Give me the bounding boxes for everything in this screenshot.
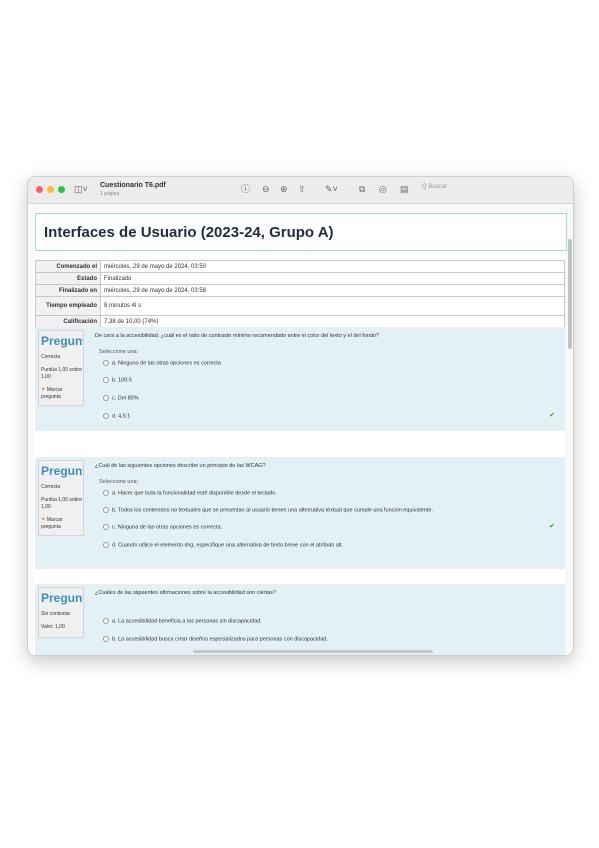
option-label: a. Ninguno de las otras opciones es corr… <box>112 360 221 367</box>
summary-label: Comenzado el <box>35 260 101 273</box>
document-area[interactable]: Interfaces de Usuario (2023-24, Grupo A)… <box>28 204 573 655</box>
form-icon[interactable]: ▤ <box>400 183 409 195</box>
option-label: a. La accesibilidad beneficia a las pers… <box>112 618 262 625</box>
answer-option[interactable]: b. La accesibilidad busca crear diseños … <box>103 636 328 642</box>
vertical-scrollbar[interactable] <box>568 239 572 349</box>
question-state: Sin contestar <box>41 611 71 617</box>
summary-label: Calificación <box>35 315 101 328</box>
answer-option[interactable]: a. La accesibilidad beneficia a las pers… <box>103 618 262 624</box>
summary-row: Tiempo empleado 8 minutos 4l s <box>35 296 565 316</box>
course-title: Interfaces de Usuario (2023-24, Grupo A) <box>44 224 334 241</box>
question-number: Pregunta 2 <box>41 464 83 478</box>
minimize-window-button[interactable] <box>47 186 54 193</box>
option-label: d. Cuando utilice el elemento img, espec… <box>112 542 344 549</box>
summary-label: Finalizado en <box>35 284 101 297</box>
radio-icon[interactable] <box>103 524 109 530</box>
question-score: Valor: 1,00 <box>41 624 65 630</box>
question-text: De cara a la accesibilidad, ¿cuál es el … <box>95 333 380 339</box>
summary-row: Comenzado el miércoles, 29 de mayo de 20… <box>35 260 565 273</box>
flag-question-link[interactable]: ⚑ Marcar pregunta <box>41 387 83 401</box>
question-info: Pregunta 1 Correcta Puntúa 1,00 sobre 1,… <box>38 330 84 406</box>
summary-label: Estado <box>35 272 101 285</box>
answer-option[interactable]: c. Del 80% <box>103 395 139 401</box>
zoom-in-icon[interactable]: ⊕ <box>280 183 288 195</box>
answer-option[interactable]: c. Ninguna de las otras opciones es corr… <box>103 524 222 530</box>
select-label: Seleccione una: <box>99 349 139 355</box>
close-window-button[interactable] <box>36 186 43 193</box>
summary-value: 7,38 de 10,00 (74%) <box>100 315 565 328</box>
question-score: Puntúa 1,00 sobre 1,00 <box>41 367 82 380</box>
horizontal-scrollbar[interactable] <box>193 650 433 653</box>
flag-icon: ⚑ <box>41 387 46 393</box>
attempt-summary-table: Comenzado el miércoles, 29 de mayo de 20… <box>35 260 565 328</box>
radio-icon[interactable] <box>103 360 109 366</box>
preview-window: ◫˅ Cuestionario T6.pdf 1 página ⓘ ⊖ ⊕ ⇧ … <box>27 176 574 656</box>
search-field[interactable]: Q Buscar <box>422 184 447 190</box>
question-score: Puntúa 1,00 sobre 1,00 <box>41 497 82 510</box>
radio-icon[interactable] <box>103 507 109 513</box>
question-number: Pregunta 3 <box>41 591 83 605</box>
summary-row: Calificación 7,38 de 10,00 (74%) <box>35 315 565 328</box>
correct-check-icon: ✔ <box>549 412 555 419</box>
correct-check-icon: ✔ <box>549 523 555 530</box>
summary-value: Finalizado <box>100 272 565 285</box>
answer-option[interactable]: d. 4,5:1 <box>103 413 130 419</box>
option-label: b. La accesibilidad busca crear diseños … <box>112 636 328 643</box>
answer-option[interactable]: a. Ninguno de las otras opciones es corr… <box>103 360 221 366</box>
rotate-icon[interactable]: ⧉ <box>359 183 365 195</box>
window-subtitle: 1 página <box>100 191 120 197</box>
radio-icon[interactable] <box>103 377 109 383</box>
summary-row: Finalizado en miércoles, 29 de mayo de 2… <box>35 284 565 297</box>
question-info: Pregunta 3 Sin contestar Valor: 1,00 <box>38 587 84 638</box>
answer-option[interactable]: b. Todos los contenidos no textuales que… <box>103 507 433 513</box>
window-titlebar: ◫˅ Cuestionario T6.pdf 1 página ⓘ ⊖ ⊕ ⇧ … <box>28 177 573 204</box>
share-icon[interactable]: ⇧ <box>298 183 306 195</box>
window-title: Cuestionario T6.pdf <box>100 182 166 189</box>
flag-question-link[interactable]: ⚑ Marcar pregunta <box>41 517 83 531</box>
summary-row: Estado Finalizado <box>35 272 565 285</box>
radio-icon[interactable] <box>103 395 109 401</box>
option-label: d. 4,5:1 <box>112 413 131 420</box>
zoom-out-icon[interactable]: ⊖ <box>262 183 270 195</box>
pdf-page: Interfaces de Usuario (2023-24, Grupo A)… <box>33 212 567 655</box>
question-info: Pregunta 2 Correcta Puntúa 1,00 sobre 1,… <box>38 460 84 536</box>
summary-value: 8 minutos 4l s <box>100 296 565 316</box>
summary-label: Tiempo empleado <box>35 296 101 316</box>
sidebar-icon[interactable]: ◫˅ <box>74 183 88 195</box>
question-text: ¿Cuál de las siguientes opciones describ… <box>95 463 266 469</box>
question-text: ¿Cuáles de las siguientes afirmaciones s… <box>95 590 276 596</box>
markup-icon[interactable]: ✎˅ <box>325 183 338 195</box>
annotate-icon[interactable]: ◎ <box>379 183 387 195</box>
select-label: Seleccione una: <box>99 479 139 485</box>
answer-option[interactable]: d. Cuando utilice el elemento img, espec… <box>103 542 343 548</box>
summary-value: miércoles, 29 de mayo de 2024, 03:58 <box>100 284 565 297</box>
question-1: Pregunta 1 Correcta Puntúa 1,00 sobre 1,… <box>35 327 565 431</box>
flag-label: Marcar pregunta <box>41 517 63 530</box>
radio-icon[interactable] <box>103 636 109 642</box>
radio-icon[interactable] <box>103 618 109 624</box>
question-2: Pregunta 2 Correcta Puntúa 1,00 sobre 1,… <box>35 457 565 569</box>
answer-option[interactable]: b. 100:5 <box>103 377 132 383</box>
question-state: Correcta <box>41 354 61 360</box>
zoom-window-button[interactable] <box>58 186 65 193</box>
question-3: Pregunta 3 Sin contestar Valor: 1,00 ¿Cu… <box>35 584 565 655</box>
question-number: Pregunta 1 <box>41 334 83 348</box>
radio-icon[interactable] <box>103 490 109 496</box>
summary-value: miércoles, 29 de mayo de 2024, 03:50 <box>100 260 565 273</box>
radio-icon[interactable] <box>103 413 109 419</box>
option-label: b. 100:5 <box>112 377 132 384</box>
option-label: a. Hacer que toda la funcionalidad esté … <box>112 490 277 497</box>
question-state: Correcta <box>41 484 61 490</box>
option-label: b. Todos los contenidos no textuales que… <box>112 507 433 514</box>
option-label: c. Del 80% <box>112 395 139 402</box>
info-icon[interactable]: ⓘ <box>241 183 250 195</box>
flag-icon: ⚑ <box>41 517 46 523</box>
radio-icon[interactable] <box>103 542 109 548</box>
course-header: Interfaces de Usuario (2023-24, Grupo A) <box>35 213 567 251</box>
flag-label: Marcar pregunta <box>41 387 63 400</box>
option-label: c. Ninguna de las otras opciones es corr… <box>112 524 223 531</box>
answer-option[interactable]: a. Hacer que toda la funcionalidad esté … <box>103 490 277 496</box>
